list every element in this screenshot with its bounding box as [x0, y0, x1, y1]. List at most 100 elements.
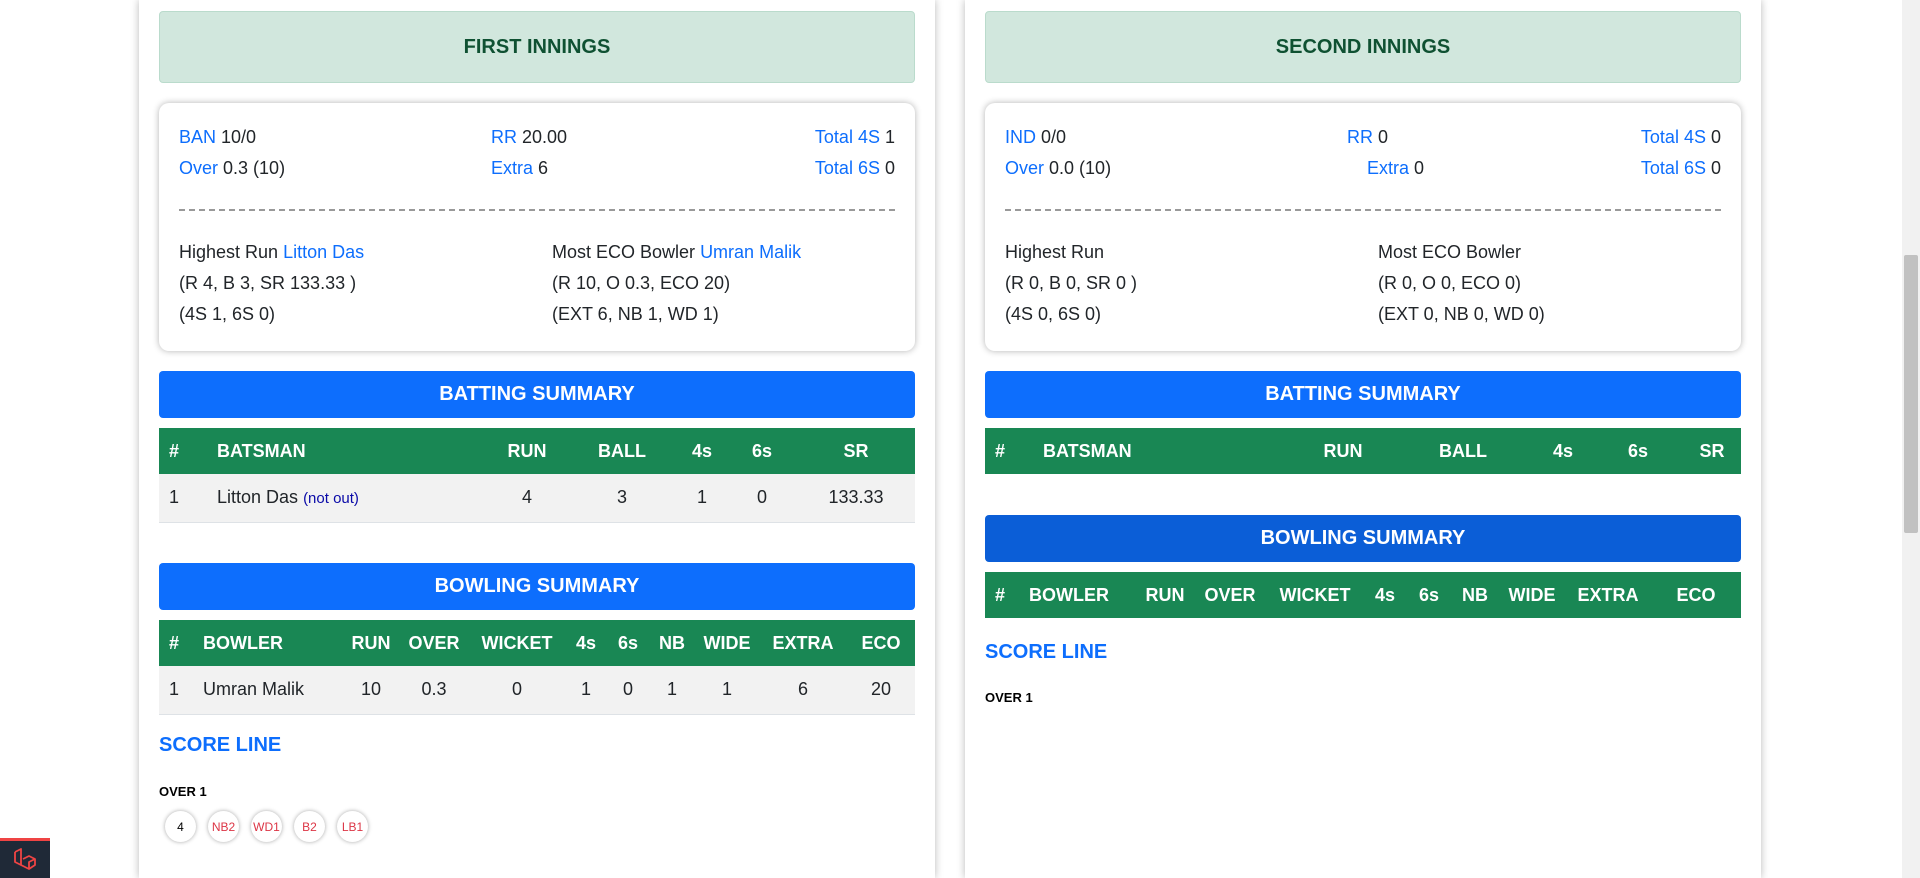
highest-run-boundaries: (4S 1, 6S 0) [179, 304, 276, 324]
score-line-title: SCORE LINE [159, 734, 282, 756]
overs-value: 0.3 (10) [223, 157, 286, 178]
team-score: BAN 10/0 [179, 127, 256, 148]
over-label: OVER 1 [985, 690, 1033, 705]
col-header: WICKET [481, 632, 553, 653]
cell-eco: 20 [847, 666, 915, 715]
col-header: 4s [575, 632, 597, 653]
col-header: BALL [1439, 440, 1487, 461]
ball-list: 4 NB2 WD1 B2 LB1 [165, 811, 368, 842]
col-header: # [169, 632, 180, 653]
most-eco-bowler-player[interactable]: Umran Malik [700, 242, 801, 262]
laravel-icon[interactable] [0, 838, 50, 878]
overs-value: 0.0 (10) [1049, 157, 1112, 178]
col-header: OVER [408, 632, 460, 653]
most-eco-bowler-label: Most ECO Bowler [1378, 242, 1522, 262]
highest-run-boundaries: (4S 0, 6S 0) [1005, 304, 1102, 324]
highest-run-block: Highest Run Litton Das (R 4, B 3, SR 133… [179, 237, 364, 330]
batting-summary-header[interactable]: BATTING SUMMARY [985, 371, 1741, 418]
col-header: 6s [751, 440, 773, 461]
batting-header-row: # BATSMAN RUN BALL 4s 6s SR [985, 428, 1741, 474]
score-value: 10/0 [221, 126, 257, 147]
col-header: BOWLER [1029, 584, 1109, 605]
extras-label: Extra [1367, 157, 1410, 178]
most-eco-bowler-block: Most ECO Bowler Umran Malik (R 10, O 0.3… [552, 237, 801, 330]
divider [1005, 209, 1721, 211]
col-header: ECO [1676, 584, 1716, 605]
cell-run: 10 [343, 666, 399, 715]
col-header: RUN [1323, 440, 1363, 461]
second-innings-stats-card: IND 0/0 RR 0 Total 4S 0 Over 0.0 (10) Ex… [985, 103, 1741, 351]
first-innings-stats-card: BAN 10/0 RR 20.00 Total 4S 1 Over 0.3 (1… [159, 103, 915, 351]
ball-chip: B2 [294, 811, 325, 842]
highest-run-label: Highest Run [179, 242, 279, 262]
batting-header-row: # BATSMAN RUN BALL 4s 6s SR [159, 428, 915, 474]
extras: Extra 0 [1367, 158, 1424, 179]
highest-run-label: Highest Run [1005, 242, 1105, 262]
total-fours: Total 4S 1 [815, 127, 895, 148]
scrollbar-thumb[interactable] [1904, 255, 1918, 533]
col-header: 4s [691, 440, 713, 461]
team-name: IND [1005, 126, 1036, 147]
col-header: # [995, 440, 1006, 461]
team-name: BAN [179, 126, 217, 147]
ball-chip: WD1 [251, 811, 282, 842]
stats-row-2: Over 0.0 (10) Extra 0 Total 6S 0 [1005, 156, 1721, 180]
batsman-name: Litton Das [217, 487, 299, 508]
col-header: NB [659, 632, 685, 653]
col-header: 4s [1374, 584, 1396, 605]
col-header: BALL [598, 440, 646, 461]
col-header: 6s [617, 632, 639, 653]
table-row: 1 Litton Das (not out) 4 3 1 0 133.33 [159, 474, 915, 523]
cell-number: 1 [159, 474, 217, 523]
total-sixes-value: 0 [1710, 157, 1721, 178]
col-header: SR [1699, 440, 1725, 461]
batting-summary-header[interactable]: BATTING SUMMARY [159, 371, 915, 418]
stats-row-2: Over 0.3 (10) Extra 6 Total 6S 0 [179, 156, 895, 180]
cell-fours: 1 [677, 474, 727, 523]
total-sixes: Total 6S 0 [1641, 158, 1721, 179]
first-innings-header: FIRST INNINGS [159, 11, 915, 83]
col-header: NB [1462, 584, 1488, 605]
cell-sr: 133.33 [797, 474, 915, 523]
over-label: OVER 1 [159, 784, 207, 799]
team-score: IND 0/0 [1005, 127, 1066, 148]
cell-wide: 1 [695, 666, 759, 715]
extras-label: Extra [491, 157, 534, 178]
bowling-table: # BOWLER RUN OVER WICKET 4s 6s NB WIDE E… [159, 620, 915, 715]
score-value: 0/0 [1041, 126, 1067, 147]
most-eco-bowler-extras: (EXT 6, NB 1, WD 1) [552, 304, 719, 324]
most-eco-bowler-stats: (R 10, O 0.3, ECO 20) [552, 273, 731, 293]
bowling-summary-header[interactable]: BOWLING SUMMARY [985, 515, 1741, 562]
col-header: RUN [507, 440, 547, 461]
col-header: RUN [351, 632, 391, 653]
divider [179, 209, 895, 211]
col-header: ECO [861, 632, 901, 653]
cell-batsman: Litton Das (not out) [217, 474, 487, 523]
cell-ball: 3 [567, 474, 677, 523]
highest-run-player[interactable]: Litton Das [283, 242, 364, 262]
most-eco-bowler-block: Most ECO Bowler (R 0, O 0, ECO 0) (EXT 0… [1378, 237, 1545, 330]
run-rate-label: RR [1347, 126, 1373, 147]
total-sixes-label: Total 6S [814, 157, 880, 178]
second-innings-panel: SECOND INNINGS IND 0/0 RR 0 Total 4S 0 O… [965, 0, 1761, 878]
run-rate-value: 20.00 [522, 126, 568, 147]
highest-run-stats: (R 4, B 3, SR 133.33 ) [179, 273, 357, 293]
run-rate-label: RR [491, 126, 517, 147]
extras-value: 0 [1414, 157, 1425, 178]
total-fours-label: Total 4S [1640, 126, 1706, 147]
most-eco-bowler-stats: (R 0, O 0, ECO 0) [1378, 273, 1522, 293]
overs-label: Over [1005, 157, 1045, 178]
ball-chip: 4 [165, 811, 196, 842]
batting-table: # BATSMAN RUN BALL 4s 6s SR [985, 428, 1741, 474]
total-sixes-value: 0 [884, 157, 895, 178]
table-row: 1 Umran Malik 10 0.3 0 1 0 1 1 6 20 [159, 666, 915, 715]
bowling-summary-header[interactable]: BOWLING SUMMARY [159, 563, 915, 610]
col-header: WIDE [703, 632, 751, 653]
cell-number: 1 [159, 666, 203, 715]
extras: Extra 6 [491, 158, 548, 179]
laravel-icon-graphic [14, 847, 36, 870]
total-fours-label: Total 4S [814, 126, 880, 147]
cell-sixes: 0 [727, 474, 797, 523]
page-scrollbar[interactable] [1902, 0, 1920, 878]
total-fours: Total 4S 0 [1641, 127, 1721, 148]
